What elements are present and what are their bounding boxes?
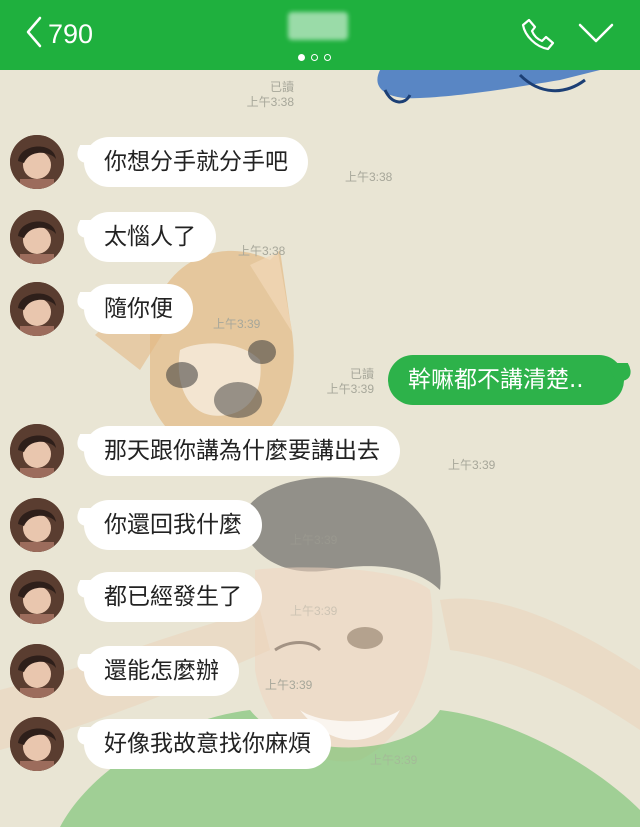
message-bubble[interactable]: 隨你便 bbox=[84, 284, 193, 334]
read-receipt: 已讀 bbox=[349, 367, 374, 381]
message-bubble[interactable]: 好像我故意找你麻煩 bbox=[84, 719, 331, 769]
avatar[interactable] bbox=[10, 644, 64, 698]
back-button[interactable]: 790 bbox=[26, 12, 93, 56]
avatar[interactable] bbox=[10, 135, 64, 189]
contact-name-blurred[interactable] bbox=[288, 12, 348, 40]
message-time: 上午3:39 bbox=[265, 678, 313, 692]
unread-count: 790 bbox=[48, 18, 94, 49]
page-indicator bbox=[298, 54, 331, 61]
chat-header: 790 bbox=[0, 0, 640, 70]
avatar[interactable] bbox=[10, 282, 64, 336]
page-dot bbox=[311, 54, 318, 61]
page-dot bbox=[298, 54, 305, 61]
message-time: 上午3:39 bbox=[213, 317, 261, 331]
avatar[interactable] bbox=[10, 424, 64, 478]
chevron-left-icon bbox=[26, 16, 42, 52]
chevron-down-icon[interactable] bbox=[578, 22, 614, 48]
message-bubble[interactable]: 還能怎麼辦 bbox=[84, 646, 239, 696]
message-bubble[interactable]: 幹嘛都不講清楚.. bbox=[388, 355, 624, 405]
read-receipt: 已讀 bbox=[269, 80, 294, 94]
message-time: 上午3:39 bbox=[290, 533, 338, 547]
avatar[interactable] bbox=[10, 717, 64, 771]
page-dot bbox=[324, 54, 331, 61]
message-bubble[interactable]: 你還回我什麼 bbox=[84, 500, 262, 550]
message-time: 上午3:39 bbox=[370, 753, 418, 767]
message-time: 上午3:39 bbox=[326, 382, 374, 396]
message-time: 上午3:39 bbox=[448, 458, 496, 472]
avatar[interactable] bbox=[10, 210, 64, 264]
message-time: 上午3:39 bbox=[290, 604, 338, 618]
message-bubble[interactable]: 太惱人了 bbox=[84, 212, 216, 262]
chat-area[interactable]: 已讀 上午3:38 你想分手就分手吧 上午3:38 太惱人了 上午3:38 隨你… bbox=[0, 70, 640, 827]
avatar[interactable] bbox=[10, 570, 64, 624]
message-time: 上午3:38 bbox=[345, 170, 393, 184]
message-meta: 已讀 上午3:38 bbox=[240, 80, 294, 110]
phone-icon[interactable] bbox=[520, 16, 556, 56]
message-bubble[interactable]: 你想分手就分手吧 bbox=[84, 137, 308, 187]
message-time: 上午3:38 bbox=[238, 244, 286, 258]
message-bubble[interactable]: 那天跟你講為什麼要講出去 bbox=[84, 426, 400, 476]
message-meta: 已讀 上午3:39 bbox=[318, 367, 374, 397]
avatar[interactable] bbox=[10, 498, 64, 552]
message-time: 上午3:38 bbox=[246, 95, 294, 109]
message-bubble[interactable]: 都已經發生了 bbox=[84, 572, 262, 622]
